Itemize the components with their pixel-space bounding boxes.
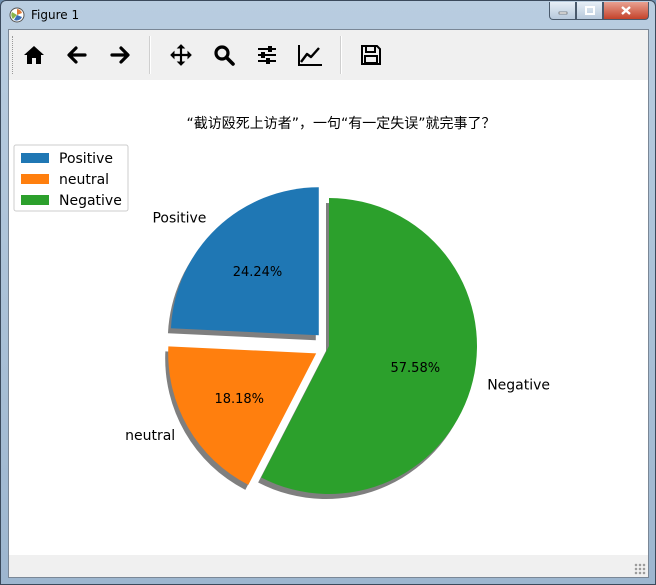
window-title: Figure 1 bbox=[31, 8, 80, 22]
toolbar-separator bbox=[149, 36, 151, 74]
subplots-button[interactable] bbox=[251, 39, 283, 71]
legend-swatch-neutral bbox=[21, 174, 49, 184]
pie-percent-neutral: 18.18% bbox=[214, 392, 264, 407]
zoom-button[interactable] bbox=[208, 39, 240, 71]
figure-client-area: “截访殴死上访者”，一句“有一定失误”就完事了？ Positive 24.24% n… bbox=[8, 29, 649, 578]
pie-percent-negative: 57.58% bbox=[391, 361, 441, 376]
pie-wedge-layer bbox=[168, 187, 477, 494]
figure-window: Figure 1 “截访殴死上访者”，一句“有一定失误”就完事了？ Positi… bbox=[0, 0, 656, 585]
toolbar-separator bbox=[340, 36, 342, 74]
save-button[interactable] bbox=[355, 39, 387, 71]
pie-percent-positive: 24.24% bbox=[233, 265, 283, 280]
pie-chart: “截访殴死上访者”，一句“有一定失误”就完事了？ Positive 24.24% n… bbox=[13, 116, 550, 500]
arrow-left-icon bbox=[67, 46, 87, 64]
matplotlib-icon bbox=[9, 7, 25, 23]
minimize-icon bbox=[558, 11, 567, 14]
title-bar[interactable]: Figure 1 bbox=[1, 1, 655, 29]
maximize-icon bbox=[584, 6, 595, 15]
legend: Positive neutral Negative bbox=[13, 144, 129, 212]
sliders-icon bbox=[258, 46, 276, 64]
legend-swatch-positive bbox=[21, 153, 49, 163]
pie-label-negative: Negative bbox=[487, 377, 550, 393]
edit-axes-button[interactable] bbox=[294, 39, 326, 71]
line-chart-icon bbox=[298, 45, 322, 66]
move-icon bbox=[170, 44, 192, 66]
legend-label-positive: Positive bbox=[59, 151, 113, 167]
chart-title: “截访殴死上访者”，一句“有一定失误”就完事了？ bbox=[186, 116, 495, 132]
close-button[interactable] bbox=[603, 2, 649, 20]
magnifier-icon bbox=[214, 45, 235, 66]
minimize-button[interactable] bbox=[549, 2, 576, 20]
forward-button[interactable] bbox=[104, 39, 136, 71]
pie-label-positive: Positive bbox=[152, 210, 206, 226]
legend-swatch-negative bbox=[21, 195, 49, 205]
home-icon bbox=[24, 46, 44, 64]
back-button[interactable] bbox=[61, 39, 93, 71]
pan-button[interactable] bbox=[165, 39, 197, 71]
resize-grip[interactable] bbox=[634, 563, 646, 575]
home-button[interactable] bbox=[18, 39, 50, 71]
legend-label-negative: Negative bbox=[59, 193, 122, 209]
close-icon bbox=[621, 6, 631, 15]
maximize-button[interactable] bbox=[576, 2, 603, 20]
status-bar bbox=[9, 555, 648, 577]
legend-label-neutral: neutral bbox=[59, 172, 109, 188]
floppy-disk-icon bbox=[361, 45, 381, 65]
arrow-right-icon bbox=[110, 46, 130, 64]
plot-canvas[interactable]: “截访殴死上访者”，一句“有一定失误”就完事了？ Positive 24.24% n… bbox=[9, 80, 648, 555]
pie-label-neutral: neutral bbox=[125, 428, 175, 444]
navigation-toolbar bbox=[9, 30, 648, 81]
toolbar-grip[interactable] bbox=[12, 36, 16, 74]
